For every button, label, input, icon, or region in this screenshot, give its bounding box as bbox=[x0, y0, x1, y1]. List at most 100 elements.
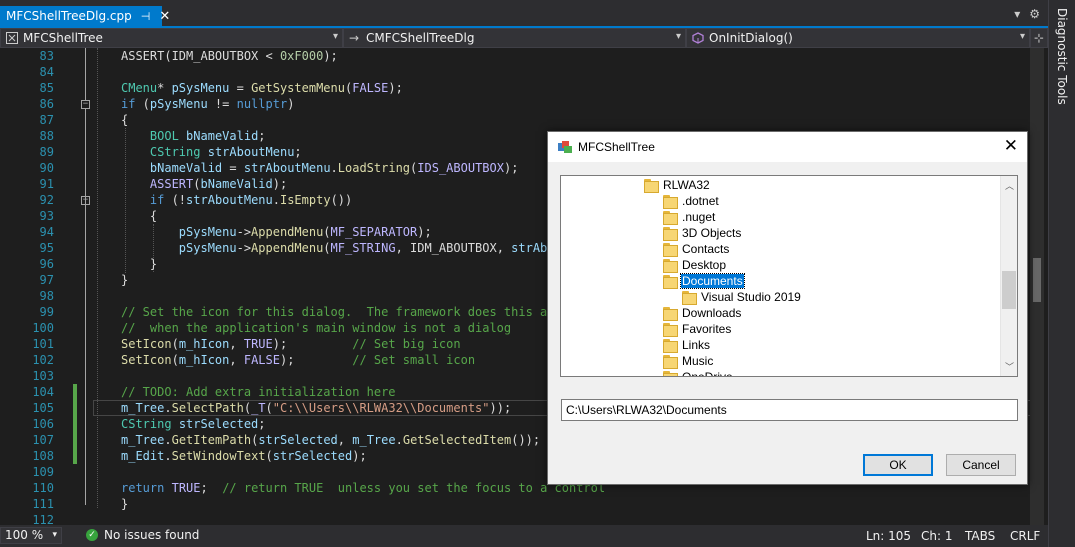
tree-item[interactable]: .nuget bbox=[662, 209, 716, 225]
line-number: 92 bbox=[39, 193, 54, 207]
code-token: m_Tree bbox=[121, 401, 165, 415]
folder-icon bbox=[662, 322, 678, 337]
code-text: // Set the icon for this dialog. The fra… bbox=[121, 304, 562, 320]
chevron-down-icon: ▾ bbox=[1019, 31, 1025, 42]
tree-item[interactable]: Music bbox=[662, 353, 714, 369]
folder-icon bbox=[662, 226, 678, 241]
code-text: return TRUE; // return TRUE unless you s… bbox=[121, 480, 605, 496]
code-text: ASSERT(bNameValid); bbox=[121, 176, 287, 192]
code-token: CString bbox=[121, 417, 172, 431]
code-line[interactable]: 83 ASSERT(IDM_ABOUTBOX < 0xF000); bbox=[0, 48, 1044, 64]
code-token: ); bbox=[388, 81, 403, 95]
code-token: strAboutMenu bbox=[243, 161, 331, 175]
tree-item[interactable]: RLWA32 bbox=[643, 177, 711, 193]
split-editor-button[interactable]: ⊹ bbox=[1030, 28, 1048, 48]
line-number: 90 bbox=[39, 161, 54, 175]
tree-item[interactable]: Favorites bbox=[662, 321, 732, 337]
zoom-dropdown[interactable]: 100 % ▾ bbox=[0, 527, 62, 544]
folder-icon bbox=[662, 306, 678, 321]
dialog-title-bar[interactable]: MFCShellTree ✕ bbox=[548, 132, 1027, 162]
code-text: { bbox=[121, 208, 157, 224]
tree-item-label: RLWA32 bbox=[663, 178, 710, 192]
code-token: ()) bbox=[330, 193, 353, 207]
chevron-up-icon[interactable]: ︿ bbox=[1005, 179, 1014, 192]
code-line[interactable]: 86 if (pSysMenu != nullptr) bbox=[0, 96, 1044, 112]
code-text: ASSERT(IDM_ABOUTBOX < 0xF000); bbox=[121, 48, 338, 64]
code-token: -> bbox=[236, 225, 252, 239]
scrollbar-thumb[interactable] bbox=[1033, 258, 1041, 302]
line-number: 106 bbox=[32, 417, 54, 431]
code-token: BOOL bbox=[149, 129, 179, 143]
ok-button[interactable]: OK bbox=[863, 454, 933, 476]
tree-item[interactable]: 3D Objects bbox=[662, 225, 742, 241]
line-number: 87 bbox=[39, 113, 54, 127]
tree-item[interactable]: .dotnet bbox=[662, 193, 720, 209]
scrollbar-thumb[interactable] bbox=[1002, 271, 1016, 309]
line-number: 89 bbox=[39, 145, 54, 159]
tree-item[interactable]: OneDrive bbox=[662, 369, 734, 376]
document-tab-strip: MFCShellTreeDlg.cpp ⊣ ✕ ▾ ⚙ bbox=[0, 0, 1048, 28]
code-token: m_hIcon bbox=[178, 353, 230, 367]
tab-list-dropdown-icon[interactable]: ▾ bbox=[1014, 7, 1020, 21]
code-line[interactable]: 112 bbox=[0, 512, 1044, 525]
indent-mode[interactable]: TABS bbox=[965, 529, 995, 543]
diagnostic-tools-panel[interactable]: Diagnostic Tools bbox=[1048, 0, 1075, 547]
chevron-down-icon[interactable]: ﹀ bbox=[1005, 360, 1014, 373]
chevron-down-icon: ▾ bbox=[52, 530, 57, 540]
code-token: SelectPath bbox=[171, 401, 244, 415]
tree-item[interactable]: Visual Studio 2019 bbox=[681, 289, 802, 305]
zoom-level: 100 % bbox=[5, 528, 44, 542]
code-token: pSysMenu bbox=[171, 81, 230, 95]
line-number: 107 bbox=[32, 433, 54, 447]
code-token: if bbox=[149, 193, 165, 207]
navigation-bar: MFCShellTree ▾ → CMFCShellTreeDlg ▾ OnIn… bbox=[0, 28, 1048, 48]
code-token: { bbox=[121, 209, 158, 223]
line-ending[interactable]: CRLF bbox=[1010, 529, 1040, 543]
code-token: (! bbox=[164, 193, 187, 207]
shell-tree-view[interactable]: RLWA32 .dotnet .nuget 3D Objects Contacts Des… bbox=[560, 175, 1018, 377]
code-text: CString strAboutMenu; bbox=[121, 144, 302, 160]
diagnostic-tools-tab[interactable]: Diagnostic Tools bbox=[1055, 8, 1069, 105]
code-token: "C:\\Users\\RLWA32\\Documents" bbox=[272, 401, 490, 415]
tree-item[interactable]: Desktop bbox=[662, 257, 727, 273]
code-line[interactable]: 85 CMenu* pSysMenu = GetSystemMenu(FALSE)… bbox=[0, 80, 1044, 96]
code-token: bNameValid bbox=[200, 177, 273, 191]
code-line[interactable]: 111} bbox=[0, 496, 1044, 512]
gear-icon[interactable]: ⚙ bbox=[1029, 7, 1040, 21]
tab-mfcshelltreedlg-cpp[interactable]: MFCShellTreeDlg.cpp ⊣ ✕ bbox=[0, 6, 170, 26]
close-icon[interactable]: ✕ bbox=[1004, 136, 1018, 156]
project-dropdown[interactable]: MFCShellTree ▾ bbox=[0, 28, 343, 48]
chevron-down-icon: ▾ bbox=[332, 31, 338, 42]
function-dropdown[interactable]: OnInitDialog() ▾ bbox=[686, 28, 1030, 48]
code-token: -> bbox=[236, 241, 252, 255]
tree-item[interactable]: Documents bbox=[662, 273, 745, 289]
tree-vertical-scrollbar[interactable]: ︿ ﹀ bbox=[1000, 176, 1017, 376]
close-icon[interactable]: ✕ bbox=[159, 9, 170, 24]
tree-item[interactable]: Links bbox=[662, 337, 711, 353]
code-token: bNameValid bbox=[186, 129, 259, 143]
code-line[interactable]: 84 bbox=[0, 64, 1044, 80]
code-token: != bbox=[207, 97, 237, 111]
tree-item[interactable]: Contacts bbox=[662, 241, 730, 257]
selected-path-field[interactable]: C:\Users\RLWA32\Documents bbox=[561, 399, 1018, 421]
editor-vertical-scrollbar[interactable] bbox=[1030, 48, 1044, 525]
tree-item-label: .nuget bbox=[682, 210, 716, 224]
issues-indicator[interactable]: ✓ No issues found bbox=[86, 528, 199, 542]
tree-item[interactable]: Downloads bbox=[662, 305, 742, 321]
pin-icon[interactable]: ⊣ bbox=[141, 10, 151, 23]
code-token: ); bbox=[272, 177, 288, 191]
cancel-button[interactable]: Cancel bbox=[946, 454, 1016, 476]
code-token: AppendMenu bbox=[251, 225, 324, 239]
code-line[interactable]: 87 { bbox=[0, 112, 1044, 128]
code-text: SetIcon(m_hIcon, TRUE); // Set big icon bbox=[121, 336, 461, 352]
app-icon bbox=[558, 141, 572, 153]
code-text: } bbox=[121, 256, 157, 272]
class-dropdown[interactable]: → CMFCShellTreeDlg ▾ bbox=[343, 28, 686, 48]
folder-icon bbox=[662, 194, 678, 209]
code-token: strSelected bbox=[258, 433, 338, 447]
tree-item-label: Desktop bbox=[682, 258, 727, 272]
